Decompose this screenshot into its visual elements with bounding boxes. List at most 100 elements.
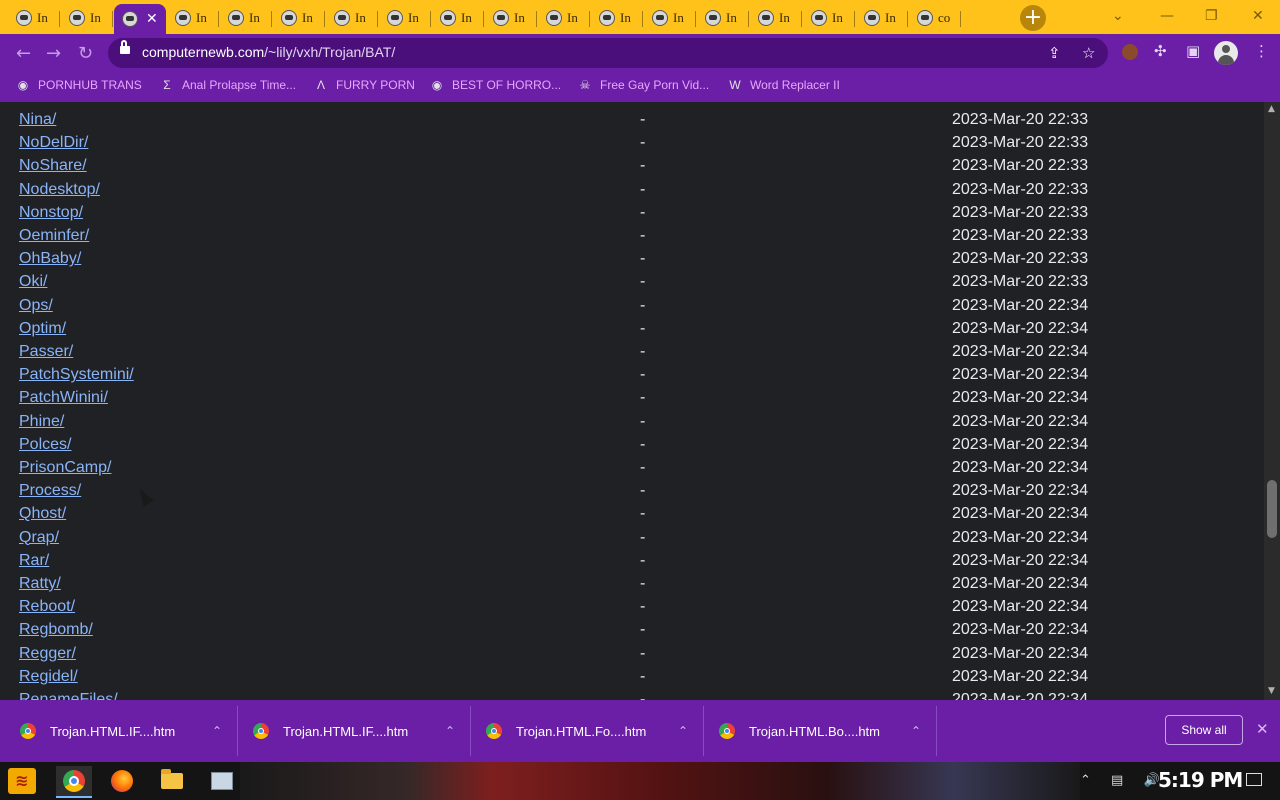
tab[interactable]: In (326, 4, 378, 32)
scrollbar-thumb[interactable] (1267, 480, 1277, 538)
profile-avatar[interactable] (1214, 41, 1238, 65)
tab[interactable]: In (220, 4, 272, 32)
tab[interactable]: co (909, 4, 961, 32)
menu-kebab-icon[interactable]: ⋮ (1254, 42, 1269, 60)
tab[interactable]: In (167, 4, 219, 32)
file-explorer-taskbar-button[interactable] (154, 766, 190, 796)
tab[interactable]: In (697, 4, 749, 32)
tab-separator (748, 11, 749, 27)
bookmark-item[interactable]: ◉ BEST OF HORRO... (430, 78, 561, 92)
share-icon[interactable]: ⇪ (1048, 44, 1061, 62)
directory-link[interactable]: Reboot/ (19, 598, 75, 616)
forward-icon[interactable]: → (46, 43, 61, 64)
directory-link[interactable]: Optim/ (19, 320, 66, 338)
tab[interactable]: In (61, 4, 113, 32)
chevron-up-icon[interactable]: ⌃ (678, 724, 688, 738)
directory-link[interactable]: Polces/ (19, 436, 71, 454)
close-window-button[interactable]: ✕ (1252, 8, 1264, 24)
tab-search-icon[interactable]: ⌄ (1112, 8, 1124, 24)
tab[interactable]: In (644, 4, 696, 32)
download-item[interactable]: Trojan.HTML.IF....htm ⌃ (253, 700, 472, 762)
page-scrollbar[interactable]: ▲ ▼ (1264, 102, 1280, 700)
bookmark-item[interactable]: ◉ PORNHUB TRANS (16, 78, 142, 92)
directory-link[interactable]: Nina/ (19, 111, 56, 129)
skull-icon: ☠ (579, 78, 591, 92)
download-item[interactable]: Trojan.HTML.IF....htm ⌃ (20, 700, 239, 762)
tab[interactable]: In (432, 4, 484, 32)
tab-favicon-icon (546, 10, 562, 26)
directory-link[interactable]: Process/ (19, 482, 81, 500)
tab-close-icon[interactable]: ✕ (146, 11, 158, 27)
tab[interactable]: In (8, 4, 60, 32)
directory-link[interactable]: Oeminfer/ (19, 227, 89, 245)
bookmark-item[interactable]: W Word Replacer II (728, 78, 839, 92)
download-separator (237, 706, 239, 756)
chevron-up-icon[interactable]: ⌃ (212, 724, 222, 738)
new-tab-button[interactable]: + (1020, 5, 1046, 31)
back-icon[interactable]: ← (16, 43, 31, 64)
directory-link[interactable]: OhBaby/ (19, 250, 81, 268)
maximize-button[interactable]: ❐ (1205, 8, 1218, 24)
chevron-up-icon[interactable]: ⌃ (445, 724, 455, 738)
firefox-taskbar-button[interactable] (104, 766, 140, 796)
scroll-up-icon[interactable]: ▲ (1268, 104, 1275, 114)
notification-icon[interactable] (1246, 773, 1262, 786)
bookmark-item[interactable]: ☠ Free Gay Porn Vid... (578, 78, 710, 92)
tab-separator (483, 11, 484, 27)
download-item[interactable]: Trojan.HTML.Bo....htm ⌃ (719, 700, 938, 762)
bookmark-label: BEST OF HORRO... (452, 78, 562, 92)
size-cell: - (640, 435, 646, 453)
download-item[interactable]: Trojan.HTML.Fo....htm ⌃ (486, 700, 705, 762)
start-icon[interactable]: ≋ (8, 768, 36, 794)
directory-link[interactable]: Nodesktop/ (19, 181, 100, 199)
tab[interactable]: In (538, 4, 590, 32)
directory-link[interactable]: Ratty/ (19, 575, 61, 593)
directory-link[interactable]: Passer/ (19, 343, 73, 361)
extensions-puzzle-icon[interactable]: ✣ (1154, 42, 1167, 60)
tab[interactable]: In (856, 4, 908, 32)
directory-link[interactable]: Regger/ (19, 645, 76, 663)
tool-taskbar-button[interactable] (204, 766, 240, 796)
directory-link[interactable]: PrisonCamp/ (19, 459, 111, 477)
reload-icon[interactable]: ↻ (78, 43, 93, 64)
directory-link[interactable]: Qhost/ (19, 505, 66, 523)
clock[interactable]: 5:19 PM (1158, 768, 1243, 792)
directory-link[interactable]: PatchSystemini/ (19, 366, 134, 384)
tab-active[interactable]: ✕ (114, 4, 166, 34)
directory-link[interactable]: Regidel/ (19, 668, 78, 686)
chevron-up-icon[interactable]: ⌃ (911, 724, 921, 738)
side-panel-icon[interactable]: ▣ (1186, 42, 1200, 60)
tab[interactable]: In (379, 4, 431, 32)
chrome-taskbar-button[interactable] (56, 766, 92, 798)
lock-icon[interactable] (120, 40, 130, 54)
directory-link[interactable]: Oki/ (19, 273, 47, 291)
scroll-down-icon[interactable]: ▼ (1268, 686, 1275, 696)
tab[interactable]: In (485, 4, 537, 32)
directory-link[interactable]: Phine/ (19, 413, 64, 431)
tab[interactable]: In (750, 4, 802, 32)
directory-link[interactable]: Ops/ (19, 297, 53, 315)
directory-link[interactable]: Regbomb/ (19, 621, 93, 639)
directory-link[interactable]: Nonstop/ (19, 204, 83, 222)
table-row: Passer/ - 2023-Mar-20 22:34 (0, 339, 1264, 362)
show-all-downloads-button[interactable]: Show all (1165, 715, 1243, 745)
bookmark-item[interactable]: Σ Anal Prolapse Time... (160, 78, 296, 92)
tray-icons[interactable]: ⌃ ▤ 🔊 (1080, 773, 1168, 788)
minimize-button[interactable]: — (1160, 8, 1174, 24)
directory-link[interactable]: PatchWinini/ (19, 389, 108, 407)
directory-link[interactable]: NoDelDir/ (19, 134, 88, 152)
bookmark-item[interactable]: Λ FURRY PORN (314, 78, 415, 92)
url-text[interactable]: computernewb.com/~lily/vxh/Trojan/BAT/ (142, 44, 395, 60)
bookmark-star-icon[interactable]: ☆ (1082, 44, 1095, 62)
tab[interactable]: In (591, 4, 643, 32)
directory-link[interactable]: NoShare/ (19, 157, 87, 175)
directory-link[interactable]: RenameFiles/ (19, 691, 118, 700)
close-download-shelf-icon[interactable]: ✕ (1256, 720, 1269, 738)
directory-link[interactable]: Qrap/ (19, 529, 59, 547)
directory-link[interactable]: Rar/ (19, 552, 49, 570)
tab[interactable]: In (803, 4, 855, 32)
tab[interactable]: In (273, 4, 325, 32)
modified-date-cell: 2023-Mar-20 22:34 (952, 343, 1089, 360)
address-bar[interactable]: computernewb.com/~lily/vxh/Trojan/BAT/ ⇪… (108, 38, 1108, 68)
extension-avatar-icon[interactable] (1122, 44, 1138, 60)
